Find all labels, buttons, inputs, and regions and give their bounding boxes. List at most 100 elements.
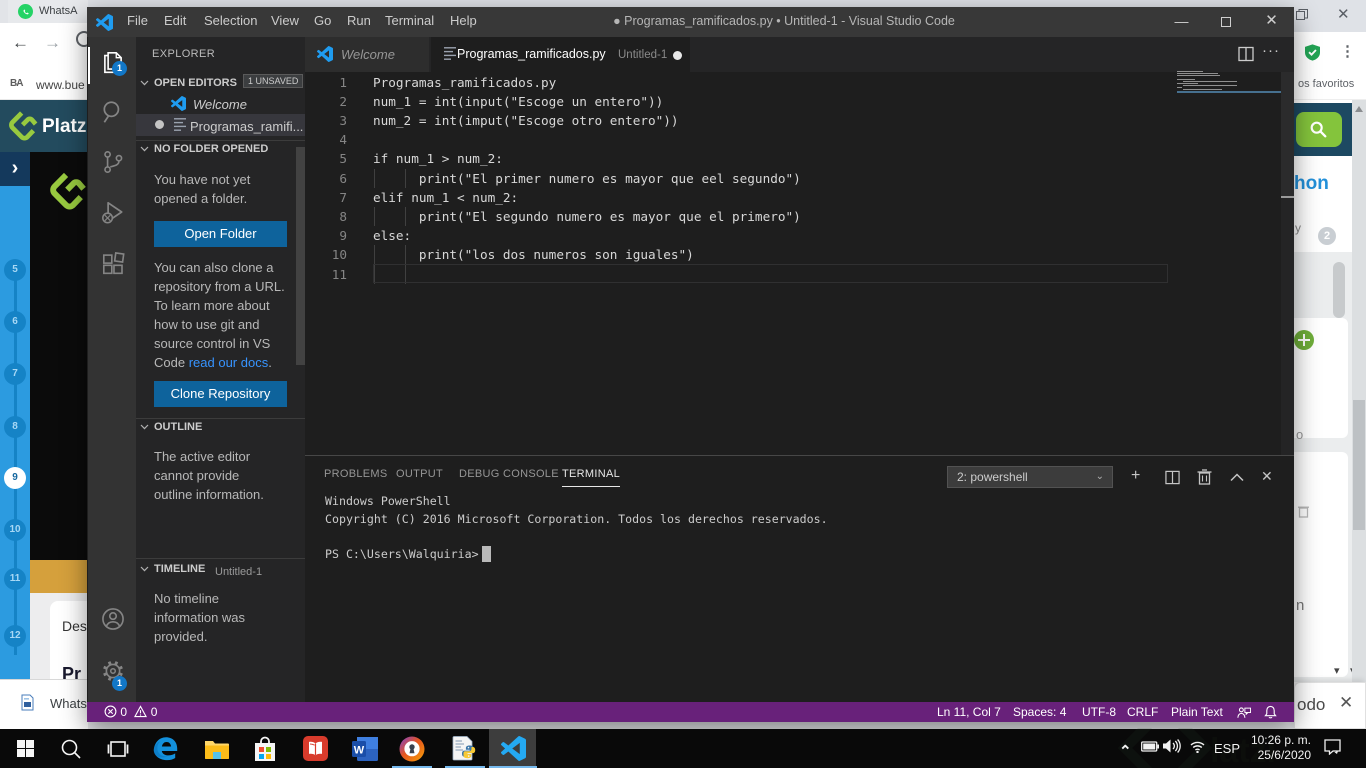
- course-step-11[interactable]: 11: [4, 568, 26, 590]
- tray-clock[interactable]: 10:26 p. m. 25/6/2020: [1243, 733, 1311, 762]
- menu-view[interactable]: View: [271, 13, 299, 28]
- course-step-9[interactable]: 9: [4, 467, 26, 489]
- close-button[interactable]: ✕: [1249, 7, 1294, 37]
- menu-selection[interactable]: Selection: [204, 13, 257, 28]
- course-step-8[interactable]: 8: [4, 416, 26, 438]
- run-debug-icon[interactable]: [100, 199, 126, 225]
- rail-collapse-chevron[interactable]: ›: [0, 152, 30, 186]
- inner-scrollbar-thumb[interactable]: [1333, 262, 1345, 318]
- tab-welcome-label[interactable]: Welcome: [341, 47, 395, 62]
- line-number: 10: [331, 247, 347, 263]
- panel-tab-terminal[interactable]: TERMINAL: [562, 468, 621, 487]
- no-folder-header[interactable]: NO FOLDER OPENED: [140, 143, 268, 155]
- forward-arrow-icon[interactable]: →: [44, 33, 61, 53]
- file-explorer-icon[interactable]: [193, 729, 240, 768]
- menu-terminal[interactable]: Terminal: [385, 13, 434, 28]
- course-step-12[interactable]: 12: [4, 625, 26, 647]
- favoritos-label[interactable]: os favoritos: [1298, 78, 1354, 90]
- trash-small-icon[interactable]: [1298, 505, 1309, 518]
- restore-window-icon[interactable]: [1296, 9, 1308, 20]
- menu-edit[interactable]: Edit: [164, 13, 186, 28]
- maximize-panel-icon[interactable]: [1230, 472, 1244, 482]
- panel-tab-debug-console[interactable]: DEBUG CONSOLE: [459, 468, 559, 480]
- kebab-menu-icon[interactable]: ⋮: [1340, 42, 1355, 60]
- tab-file-label[interactable]: Programas_ramificados.py: [457, 47, 606, 61]
- indentation-status[interactable]: Spaces: 4: [1013, 705, 1066, 719]
- outline-header[interactable]: OUTLINE: [140, 421, 202, 433]
- taskbar-search-icon[interactable]: [47, 729, 94, 768]
- panel-tab-output[interactable]: OUTPUT: [396, 468, 443, 480]
- battery-icon[interactable]: [1141, 741, 1159, 755]
- open-folder-button[interactable]: Open Folder: [154, 221, 287, 247]
- source-control-icon[interactable]: [100, 149, 126, 175]
- task-view-icon[interactable]: [94, 729, 141, 768]
- vscode-taskbar-icon[interactable]: [489, 729, 536, 768]
- action-center-icon[interactable]: [1324, 739, 1341, 758]
- panel-tab-problems[interactable]: PROBLEMS: [324, 468, 388, 480]
- minimize-button[interactable]: —: [1159, 7, 1204, 37]
- maximize-square-icon: [1221, 17, 1231, 27]
- menu-file[interactable]: File: [127, 13, 148, 28]
- back-arrow-icon[interactable]: ←: [12, 33, 29, 53]
- menu-run[interactable]: Run: [347, 13, 371, 28]
- read-our-docs-link[interactable]: read our docs: [189, 355, 269, 370]
- avast-browser-icon[interactable]: [388, 729, 435, 768]
- course-step-10[interactable]: 10: [4, 519, 26, 541]
- language-mode-status[interactable]: Plain Text: [1171, 705, 1223, 719]
- problems-status[interactable]: 0 0: [104, 705, 157, 719]
- extensions-icon[interactable]: [100, 251, 126, 277]
- python-icon[interactable]: [441, 729, 488, 768]
- open-editors-header[interactable]: OPEN EDITORS: [140, 77, 237, 89]
- start-button[interactable]: [1, 729, 48, 768]
- edge-icon[interactable]: [141, 729, 188, 768]
- scrollbar-thumb[interactable]: [1353, 400, 1365, 530]
- browser-scrollbar[interactable]: [1352, 100, 1366, 682]
- bg-browser-tab-whatsapp[interactable]: WhatsA: [8, 0, 88, 23]
- split-editor-icon[interactable]: [1238, 46, 1254, 62]
- bg-close-icon[interactable]: ✕: [1337, 5, 1350, 23]
- microsoft-store-icon[interactable]: [241, 729, 288, 768]
- shield-check-icon[interactable]: [1305, 44, 1320, 61]
- indent-guide: [373, 245, 375, 265]
- modified-dot-icon[interactable]: [673, 51, 682, 60]
- eol-status[interactable]: CRLF: [1127, 705, 1158, 719]
- kill-terminal-trash-icon[interactable]: [1197, 469, 1212, 485]
- scrollbar-up-arrow[interactable]: [1355, 106, 1363, 112]
- popup-close-icon[interactable]: ✕: [1339, 693, 1353, 713]
- search-icon[interactable]: [100, 99, 126, 125]
- speaker-icon[interactable]: [1163, 739, 1181, 756]
- bookmark-url[interactable]: www.bue: [36, 78, 85, 92]
- word-icon[interactable]: W: [341, 729, 388, 768]
- course-step-5[interactable]: 5: [4, 259, 26, 281]
- scroll-down-icon[interactable]: ▾: [1334, 664, 1340, 677]
- encoding-status[interactable]: UTF-8: [1082, 705, 1116, 719]
- maximize-button[interactable]: [1204, 7, 1249, 37]
- split-terminal-icon[interactable]: [1165, 470, 1180, 485]
- search-button[interactable]: [1296, 112, 1342, 147]
- language-indicator[interactable]: ESP: [1214, 741, 1240, 756]
- clone-repository-button[interactable]: Clone Repository: [154, 381, 287, 407]
- wifi-icon[interactable]: [1189, 740, 1206, 756]
- file-item-label[interactable]: Programas_ramifi...: [190, 119, 303, 134]
- code-editor[interactable]: 1 Programas_ramificados.py 2 num_1 = int(in…: [305, 72, 1294, 455]
- tray-chevron-icon[interactable]: ⌃: [1119, 742, 1132, 760]
- timeline-header[interactable]: TIMELINE: [140, 563, 205, 575]
- cursor-position-status[interactable]: Ln 11, Col 7: [937, 705, 1001, 719]
- bell-icon[interactable]: [1264, 705, 1277, 719]
- more-actions-icon[interactable]: ···: [1262, 42, 1280, 59]
- minimap-line: [1183, 81, 1238, 83]
- course-step-6[interactable]: 6: [4, 311, 26, 333]
- sidebar-scrollbar[interactable]: [296, 147, 305, 365]
- minimap[interactable]: [1177, 71, 1281, 455]
- menu-help[interactable]: Help: [450, 13, 477, 28]
- feedback-icon[interactable]: [1237, 706, 1251, 719]
- ebook-app-icon[interactable]: [291, 729, 338, 768]
- welcome-item-label[interactable]: Welcome: [193, 97, 247, 112]
- menu-go[interactable]: Go: [314, 13, 331, 28]
- terminal-select[interactable]: 2: powershell ⌄: [947, 466, 1113, 488]
- account-icon[interactable]: [100, 606, 126, 632]
- new-terminal-icon[interactable]: +: [1131, 467, 1140, 485]
- course-step-7[interactable]: 7: [4, 363, 26, 385]
- editor-scrollbar-slider[interactable]: [1281, 72, 1294, 196]
- close-panel-icon[interactable]: ✕: [1261, 468, 1273, 485]
